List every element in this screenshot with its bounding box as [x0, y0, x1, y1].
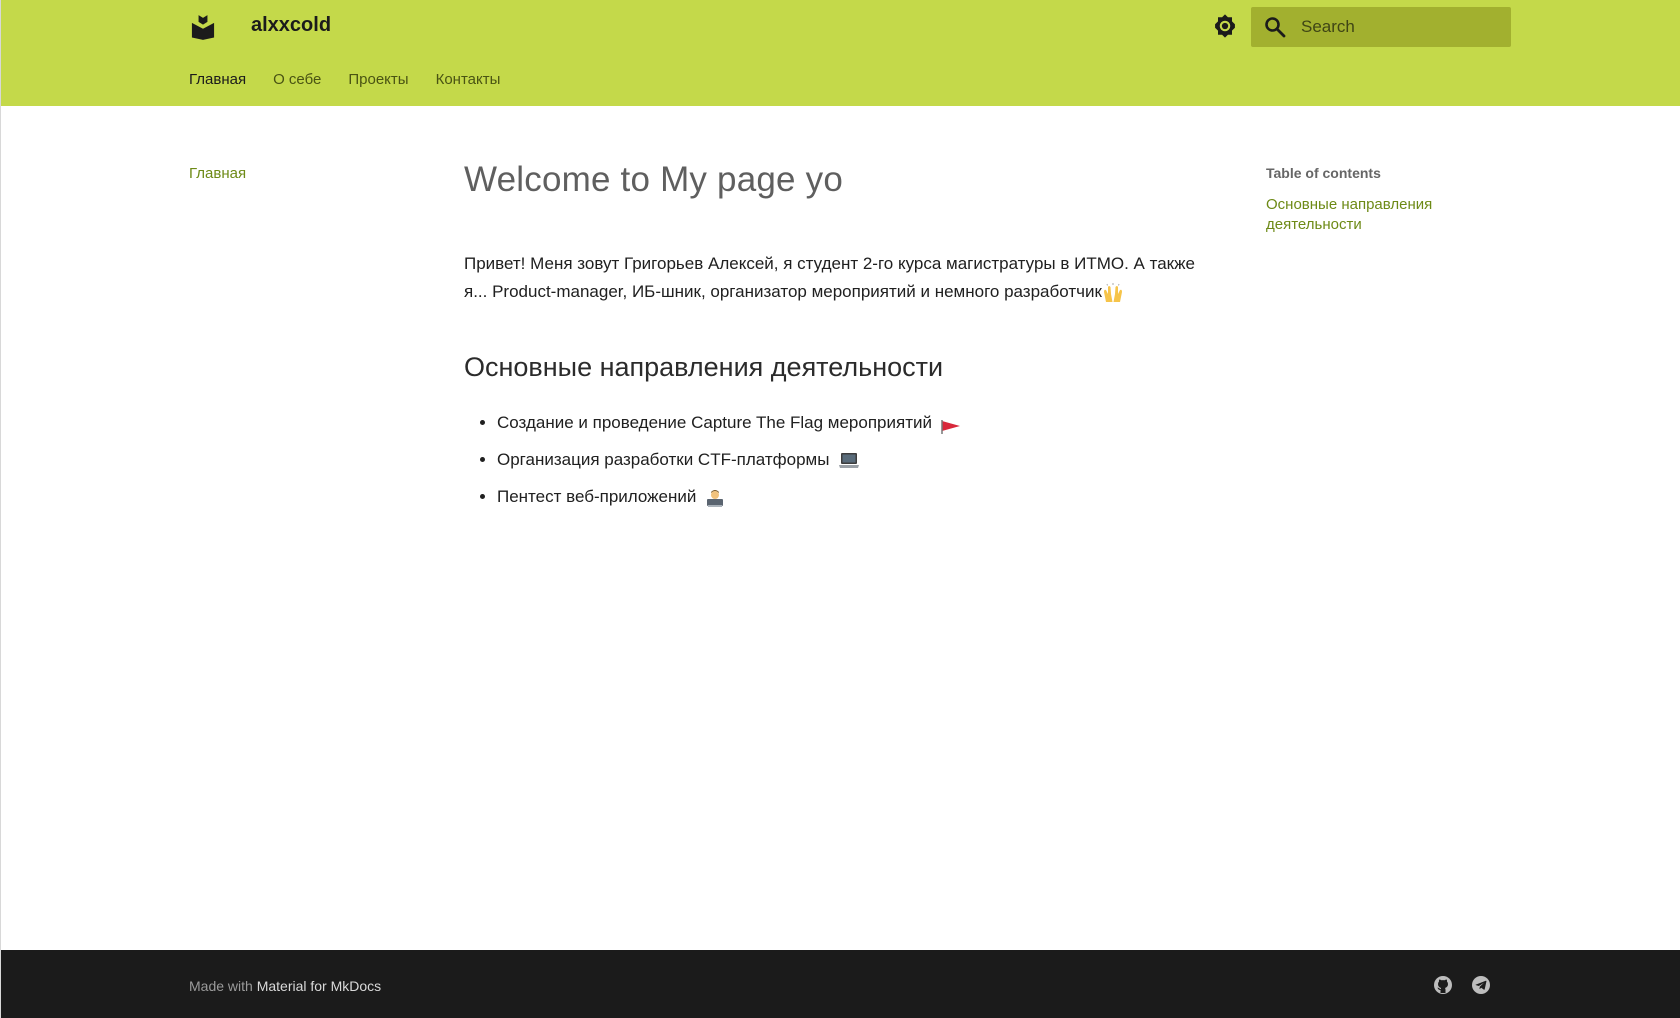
search-box[interactable] [1251, 7, 1511, 47]
page-title: Welcome to My page yo [464, 160, 843, 199]
site-footer: Made with Material for MkDocs [1, 950, 1680, 1018]
toc-link[interactable]: Основные направления деятельности [1266, 195, 1466, 235]
table-of-contents: Table of contents Основные направления д… [1266, 165, 1466, 235]
footer-made-with: Made with [189, 978, 253, 994]
list-item: Создание и проведение Capture The Flag м… [497, 411, 1214, 434]
list-item: Организация разработки CTF-платформы [497, 448, 1214, 471]
toc-title: Table of contents [1266, 165, 1381, 181]
tab-about[interactable]: О себе [273, 71, 321, 88]
site-header: alxxcold Главная О себе Проекты Контакты [1, 0, 1680, 106]
hacker-icon [705, 488, 725, 508]
list-item-text: Создание и проведение Capture The Flag м… [497, 413, 932, 432]
search-input[interactable] [1301, 17, 1491, 37]
brightness-icon[interactable] [1211, 12, 1239, 40]
list-item-text: Организация разработки CTF-платформы [497, 450, 830, 469]
activities-list: Создание и проведение Capture The Flag м… [464, 411, 1214, 508]
github-icon[interactable] [1433, 975, 1453, 995]
main-content: Welcome to My page yo Привет! Меня зовут… [464, 160, 1214, 522]
search-icon [1263, 15, 1287, 39]
site-title[interactable]: alxxcold [251, 14, 331, 37]
list-item: Пентест веб-приложений [497, 485, 1214, 508]
main-tabs: Главная О себе Проекты Контакты [189, 71, 527, 88]
intro-paragraph: Привет! Меня зовут Григорьев Алексей, я … [464, 250, 1214, 306]
telegram-icon[interactable] [1471, 975, 1491, 995]
tab-home[interactable]: Главная [189, 71, 246, 88]
tab-contacts[interactable]: Контакты [436, 71, 501, 88]
list-item-text: Пентест веб-приложений [497, 487, 697, 506]
book-icon[interactable] [189, 13, 217, 41]
intro-text: Привет! Меня зовут Григорьев Алексей, я … [464, 254, 1195, 301]
section-title: Основные направления деятельности [464, 352, 944, 382]
tab-projects[interactable]: Проекты [348, 71, 408, 88]
mkdocs-link[interactable]: Material for MkDocs [257, 978, 381, 994]
laptop-icon [838, 452, 860, 470]
red-flag-icon [940, 417, 961, 434]
sidebar-item-home[interactable]: Главная [189, 165, 246, 182]
raising-hands-icon [1102, 282, 1124, 303]
footer-credits: Made with Material for MkDocs [189, 978, 381, 994]
sidebar-nav: Главная [189, 165, 246, 182]
